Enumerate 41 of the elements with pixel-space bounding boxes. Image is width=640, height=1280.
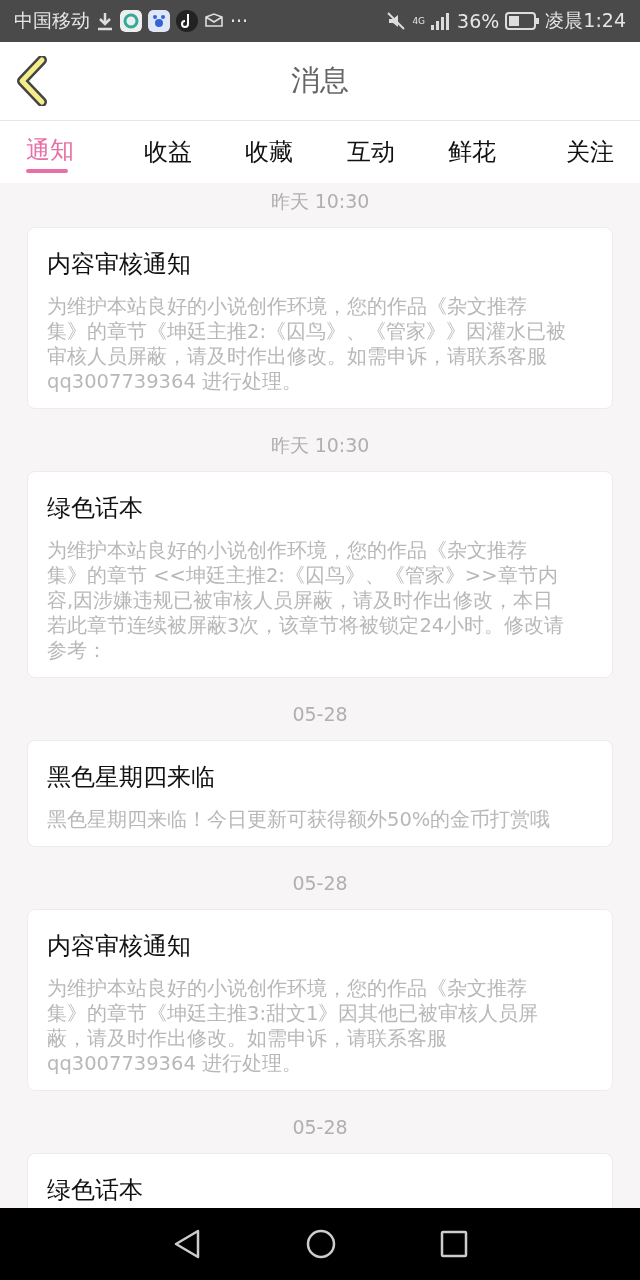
home-nav-icon[interactable]: [305, 1228, 337, 1260]
page-title: 消息: [291, 62, 349, 99]
mute-icon: [386, 11, 407, 31]
download-icon: [96, 11, 114, 31]
tab[interactable]: 收藏: [218, 121, 320, 183]
signal-icon: [431, 12, 452, 30]
recents-nav-icon[interactable]: [440, 1230, 469, 1258]
message-body: 黑色星期四来临！今日更新可获得额外50%的金币打赏哦: [47, 807, 552, 832]
paw-icon: [148, 10, 170, 32]
tab[interactable]: 收益: [117, 121, 219, 183]
tab[interactable]: 关注: [522, 121, 640, 183]
back-button[interactable]: [16, 56, 48, 106]
message-body: 为维护本站良好的小说创作环境，您的作品《杂文推荐集》的章节《坤廷主推2:《囚鸟》、《管家》》因灌水已被审核人员屏蔽，请及时作出修改。如需申诉，请联系客服qq3007739364 进行处理。: [47, 294, 567, 394]
message-body: 为维护本站良好的小说创作环境，您的作品《杂文推荐集》的章节 <<坤廷主推2:《囚鸟》、《管家》>>章节内容,因涉嫌违规已被审核人员屏蔽，请及时作出修改，本日若此章节连续被屏蔽3次，该章节将被锁定24小时。修改请参考：: [47, 538, 566, 663]
message-time: 昨天 10:30: [269, 433, 371, 458]
network-type: 4G: [412, 16, 426, 26]
message-time: 昨天 10:30: [269, 189, 371, 214]
carrier-name: 中国移动: [14, 8, 90, 33]
battery-percent: 36%: [457, 10, 500, 32]
message-card[interactable]: 内容审核通知 为维护本站良好的小说创作环境，您的作品《杂文推荐集》的章节《坤廷主推3:甜文1》因其他已被审核人员屏蔽，请及时作出修改。如需申诉，请联系客服qq3007739364 进行处理。: [27, 909, 613, 1091]
message-card[interactable]: 绿色话本: [27, 1153, 613, 1208]
music-note-icon: [176, 10, 198, 32]
message-title: 内容审核通知: [47, 249, 192, 280]
message-time: 05-28: [291, 702, 349, 727]
message-card[interactable]: 黑色星期四来临 黑色星期四来临！今日更新可获得额外50%的金币打赏哦: [27, 740, 613, 847]
message-time: 05-28: [291, 1115, 349, 1140]
more-indicator: ···: [230, 10, 249, 32]
battery-icon: [505, 12, 540, 30]
message-title: 绿色话本: [47, 1175, 144, 1206]
message-body: 为维护本站良好的小说创作环境，您的作品《杂文推荐集》的章节《坤廷主推3:甜文1》因其他已被审核人员屏蔽，请及时作出修改。如需申诉，请联系客服qq3007739364 进行处理。: [47, 976, 540, 1076]
clock: 凌晨1:24: [545, 8, 626, 33]
message-title: 内容审核通知: [47, 931, 192, 962]
app-icon: [120, 10, 142, 32]
message-card[interactable]: 绿色话本 为维护本站良好的小说创作环境，您的作品《杂文推荐集》的章节 <<坤廷主推2:《囚鸟》、《管家》>>章节内容,因涉嫌违规已被审核人员屏蔽，请及时作出修改，本日若此章节连续被屏蔽3次，该章节将被锁定24小时。修改请参考：: [27, 471, 613, 678]
tab[interactable]: 互动: [320, 121, 422, 183]
tab[interactable]: 鲜花: [421, 121, 523, 183]
message-title: 绿色话本: [47, 493, 144, 524]
message-title: 黑色星期四来临: [47, 762, 216, 793]
message-time: 05-28: [291, 871, 349, 896]
mail-icon: [204, 12, 224, 30]
message-card[interactable]: 内容审核通知 为维护本站良好的小说创作环境，您的作品《杂文推荐集》的章节《坤廷主推2:《囚鸟》、《管家》》因灌水已被审核人员屏蔽，请及时作出修改。如需申诉，请联系客服qq3007739364 进行处理。: [27, 227, 613, 409]
